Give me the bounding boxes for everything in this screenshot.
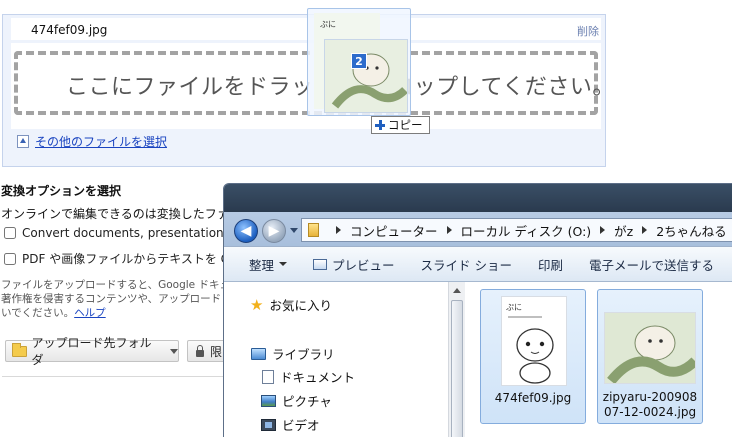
share-button-label: 限 xyxy=(210,344,223,359)
forward-button[interactable]: ▶ xyxy=(262,219,286,243)
other-files-row: その他のファイルを選択 xyxy=(17,133,167,150)
drop-zone[interactable]: ここにファイルをドラッグ & ドロップしてください。 xyxy=(11,43,614,129)
breadcrumb-item[interactable]: 2ちゃんねる xyxy=(656,221,726,240)
pictures-icon xyxy=(261,394,276,407)
arrow-right-icon: ▶ xyxy=(268,223,280,239)
breadcrumb-item[interactable]: がz xyxy=(614,221,633,240)
lock-icon xyxy=(196,344,204,357)
upload-file-row: 474fef09.jpg 削除 xyxy=(11,18,601,40)
nav-item-label: お気に入り xyxy=(269,298,332,313)
explorer-window: ◀ ▶ コンピューター ローカル ディスク (O:) がz 2ちゃんねる 整理 … xyxy=(223,183,732,437)
scroll-up-icon[interactable] xyxy=(453,288,461,293)
convert-options-description: オンラインで編集できるのは変換したファ xyxy=(1,207,229,221)
scroll-thumb[interactable] xyxy=(451,300,463,437)
delete-link[interactable]: 削除 xyxy=(577,23,599,39)
breadcrumb-item[interactable]: コンピューター xyxy=(350,221,438,240)
file-content-pane: ぷに 474fef09.jpg zipyaru-200908 07-12-002… xyxy=(465,282,732,437)
file-tile[interactable]: ぷに 474fef09.jpg xyxy=(480,289,586,424)
copy-tooltip: コピー xyxy=(371,116,430,134)
document-icon xyxy=(262,369,274,384)
svg-text:ぷに: ぷに xyxy=(506,303,522,312)
drag-preview-image-2 xyxy=(324,39,408,113)
share-button[interactable]: 限 xyxy=(187,340,227,362)
preview-button[interactable]: プレビュー xyxy=(313,255,395,274)
nav-pane-scrollbar[interactable] xyxy=(448,282,465,437)
nav-item-label: ライブラリ xyxy=(272,347,335,362)
star-icon: ★ xyxy=(250,295,264,314)
print-button[interactable]: 印刷 xyxy=(538,255,563,274)
file-tile[interactable]: zipyaru-200908 07-12-0024.jpg xyxy=(597,289,703,424)
slideshow-button[interactable]: スライド ショー xyxy=(421,255,512,274)
page-divider xyxy=(2,376,224,377)
preview-label: プレビュー xyxy=(332,257,395,273)
recent-pages-dropdown[interactable] xyxy=(290,228,298,233)
explorer-toolbar: 整理 プレビュー スライド ショー 印刷 電子メールで送信する xyxy=(224,246,732,282)
convert-documents-option[interactable]: Convert documents, presentations, xyxy=(4,226,234,240)
file-name-label: zipyaru-200908 xyxy=(602,390,698,404)
nav-item-label: ビデオ xyxy=(282,418,320,433)
chevron-right-icon[interactable] xyxy=(336,226,341,234)
chevron-right-icon[interactable] xyxy=(446,226,452,234)
file-thumbnail: ぷに xyxy=(501,296,567,386)
help-link[interactable]: ヘルプ xyxy=(74,307,106,319)
address-bar[interactable]: コンピューター ローカル ディスク (O:) がz 2ちゃんねる xyxy=(301,218,732,242)
upload-panel: 474fef09.jpg 削除 ここにファイルをドラッグ & ドロップしてくださ… xyxy=(2,14,614,167)
nav-item-favorites[interactable]: ★ お気に入り xyxy=(250,295,332,314)
folder-icon xyxy=(308,223,319,237)
legal-line-3-text: いでください。 xyxy=(1,307,75,319)
upload-folder-button[interactable]: アップロード先フォルダ xyxy=(5,336,179,367)
breadcrumb-item[interactable]: ローカル ディスク (O:) xyxy=(461,221,592,240)
ocr-option[interactable]: PDF や画像ファイルからテキストを G xyxy=(4,250,230,267)
ocr-label: PDF や画像ファイルからテキストを G xyxy=(22,252,230,266)
chevron-down-icon xyxy=(170,348,178,354)
file-thumbnail xyxy=(604,312,696,384)
nav-item-videos[interactable]: ビデオ xyxy=(261,415,320,434)
file-name-label: 474fef09.jpg xyxy=(494,391,572,405)
convert-options-title: 変換オプションを選択 xyxy=(1,184,122,198)
navigation-pane: ★ お気に入り ライブラリ ドキュメント ピクチャ ビデオ xyxy=(224,282,464,437)
svg-text:ぷに: ぷに xyxy=(320,20,336,29)
explorer-titlebar[interactable] xyxy=(224,184,732,212)
nav-item-libraries[interactable]: ライブラリ xyxy=(251,344,335,363)
plus-icon xyxy=(375,120,385,130)
organize-label: 整理 xyxy=(249,257,275,273)
video-icon xyxy=(261,418,276,431)
figure-thumbnail-icon xyxy=(331,53,407,109)
upload-icon xyxy=(17,135,29,148)
cartoon-thumbnail-icon: ぷに xyxy=(506,303,554,384)
nav-item-documents[interactable]: ドキュメント xyxy=(262,367,355,386)
email-button[interactable]: 電子メールで送信する xyxy=(589,255,714,274)
folder-icon xyxy=(12,342,27,357)
library-icon xyxy=(251,347,266,360)
nav-item-pictures[interactable]: ピクチャ xyxy=(261,391,332,410)
preview-icon xyxy=(313,258,328,270)
file-name-label: 07-12-0024.jpg xyxy=(603,405,697,419)
arrow-left-icon: ◀ xyxy=(240,223,252,239)
select-other-files-link[interactable]: その他のファイルを選択 xyxy=(35,133,167,150)
chevron-down-icon xyxy=(279,262,288,266)
ocr-checkbox[interactable] xyxy=(4,252,16,265)
back-button[interactable]: ◀ xyxy=(234,219,258,243)
organize-button[interactable]: 整理 xyxy=(249,255,288,274)
nav-item-label: ピクチャ xyxy=(282,394,332,409)
figure-thumbnail-icon xyxy=(605,313,695,383)
chevron-right-icon[interactable] xyxy=(642,226,648,234)
convert-documents-checkbox[interactable] xyxy=(4,227,16,239)
legal-line-3: いでください。ヘルプ xyxy=(1,306,241,320)
drag-count-badge: 2 xyxy=(351,53,367,69)
legal-line-2: 著作権を侵害するコンテンツや、アップロード xyxy=(1,293,222,305)
upload-folder-label: アップロード先フォルダ xyxy=(31,336,152,367)
nav-item-label: ドキュメント xyxy=(280,370,356,385)
legal-line-1: ファイルをアップロードすると、Google ドキュ xyxy=(1,279,230,291)
copy-tooltip-label: コピー xyxy=(388,118,423,132)
legal-notice: ファイルをアップロードすると、Google ドキュ 著作権を侵害するコンテンツや… xyxy=(1,278,241,320)
upload-file-name: 474fef09.jpg xyxy=(31,23,108,37)
convert-documents-label: Convert documents, presentations, xyxy=(22,226,234,240)
chevron-right-icon[interactable] xyxy=(600,226,606,234)
